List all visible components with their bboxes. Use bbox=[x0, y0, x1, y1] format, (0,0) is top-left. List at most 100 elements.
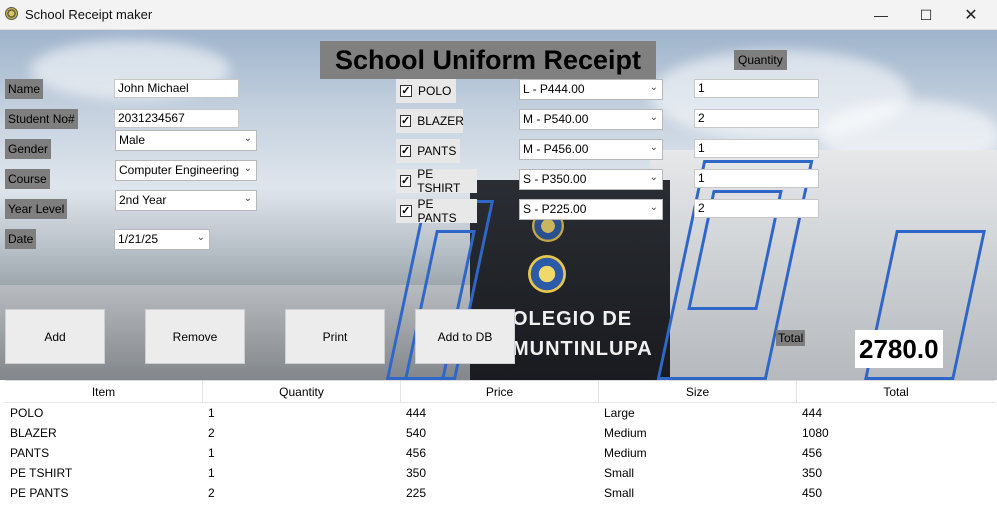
cell-quantity: 1 bbox=[208, 446, 215, 460]
polo-size-value: L - P444.00 bbox=[523, 82, 585, 96]
checkmark-icon: ✓ bbox=[400, 175, 412, 187]
year-level-label: Year Level bbox=[5, 199, 68, 219]
pe-pants-size-select[interactable]: S - P225.00 ⌄ bbox=[519, 199, 663, 220]
student-no-field[interactable]: 2031234567 bbox=[114, 109, 239, 128]
cell-quantity: 1 bbox=[208, 406, 215, 420]
chevron-down-icon: ⌄ bbox=[649, 82, 658, 93]
gender-select-value: Male bbox=[119, 133, 146, 147]
date-picker-value: 1/21/25 bbox=[118, 232, 159, 246]
pe-tshirt-quantity-field[interactable]: 1 bbox=[694, 169, 819, 188]
name-label: Name bbox=[5, 79, 44, 99]
cell-item: PE PANTS bbox=[10, 486, 69, 500]
checkmark-icon: ✓ bbox=[400, 205, 412, 217]
add-button[interactable]: Add bbox=[5, 309, 105, 364]
minimize-icon[interactable]: — bbox=[858, 0, 904, 30]
receipt-table: Item Quantity Price Size Total POLO 1 44… bbox=[5, 380, 995, 527]
course-select-value: Computer Engineering bbox=[119, 163, 240, 177]
name-field[interactable]: John Michael bbox=[114, 79, 239, 98]
checkbox-pe-tshirt-label: PE TSHIRT bbox=[417, 167, 461, 195]
add-to-db-button[interactable]: Add to DB bbox=[415, 309, 515, 364]
checkbox-pants-label: PANTS bbox=[417, 144, 457, 158]
checkbox-pe-tshirt[interactable]: ✓ PE TSHIRT bbox=[396, 167, 477, 195]
cell-item: POLO bbox=[10, 406, 44, 420]
remove-button[interactable]: Remove bbox=[145, 309, 245, 364]
polo-size-select[interactable]: L - P444.00 ⌄ bbox=[519, 79, 663, 100]
checkmark-icon: ✓ bbox=[400, 85, 412, 97]
table-row[interactable]: BLAZER 2 540 Medium 1080 bbox=[5, 423, 995, 443]
column-header-size[interactable]: Size bbox=[599, 381, 797, 402]
cell-total: 444 bbox=[802, 406, 823, 420]
table-row[interactable]: PE TSHIRT 1 350 Small 350 bbox=[5, 463, 995, 483]
pe-pants-quantity-field[interactable]: 2 bbox=[694, 199, 819, 218]
cell-item: PANTS bbox=[10, 446, 50, 460]
table-row[interactable]: PE PANTS 2 225 Small 450 bbox=[5, 483, 995, 503]
pe-tshirt-size-value: S - P350.00 bbox=[523, 172, 587, 186]
cell-item: BLAZER bbox=[10, 426, 57, 440]
total-value: 2780.0 bbox=[855, 330, 943, 368]
year-level-select-value: 2nd Year bbox=[119, 193, 167, 207]
gender-label: Gender bbox=[5, 139, 52, 159]
cell-quantity: 2 bbox=[208, 486, 215, 500]
checkbox-polo[interactable]: ✓ POLO bbox=[396, 79, 456, 103]
total-label: Total bbox=[776, 330, 806, 346]
chevron-down-icon: ⌄ bbox=[649, 202, 658, 213]
chevron-down-icon: ⌄ bbox=[649, 172, 658, 183]
table-row[interactable]: PANTS 1 456 Medium 456 bbox=[5, 443, 995, 463]
table-header: Item Quantity Price Size Total bbox=[5, 381, 995, 403]
chevron-down-icon: ⌄ bbox=[243, 193, 252, 204]
column-header-price[interactable]: Price bbox=[401, 381, 599, 402]
close-icon[interactable]: ✕ bbox=[948, 0, 994, 30]
page-title: School Uniform Receipt bbox=[320, 41, 656, 79]
cell-size: Small bbox=[604, 486, 635, 500]
blazer-size-select[interactable]: M - P540.00 ⌄ bbox=[519, 109, 663, 130]
year-level-select[interactable]: 2nd Year ⌄ bbox=[115, 190, 257, 211]
column-header-item[interactable]: Item bbox=[5, 381, 203, 402]
cell-size: Large bbox=[604, 406, 635, 420]
chevron-down-icon: ⌄ bbox=[196, 232, 205, 243]
cell-size: Medium bbox=[604, 446, 647, 460]
cell-size: Small bbox=[604, 466, 635, 480]
pe-pants-size-value: S - P225.00 bbox=[523, 202, 587, 216]
cell-price: 225 bbox=[406, 486, 427, 500]
checkbox-blazer-label: BLAZER bbox=[417, 114, 464, 128]
date-picker[interactable]: 1/21/25 ⌄ bbox=[114, 229, 210, 250]
cell-quantity: 2 bbox=[208, 426, 215, 440]
student-no-label: Student No# bbox=[5, 109, 78, 129]
checkbox-pe-pants[interactable]: ✓ PE PANTS bbox=[396, 197, 477, 225]
chevron-down-icon: ⌄ bbox=[243, 133, 252, 144]
cell-total: 1080 bbox=[802, 426, 829, 440]
quantity-header-label: Quantity bbox=[734, 50, 787, 70]
print-button[interactable]: Print bbox=[285, 309, 385, 364]
pants-quantity-field[interactable]: 1 bbox=[694, 139, 819, 158]
cell-price: 350 bbox=[406, 466, 427, 480]
app-icon bbox=[5, 7, 18, 20]
gender-select[interactable]: Male ⌄ bbox=[115, 130, 257, 151]
building-sign-line2: MUNTINLUPA bbox=[512, 338, 653, 360]
cell-item: PE TSHIRT bbox=[10, 466, 73, 480]
polo-quantity-field[interactable]: 1 bbox=[694, 79, 819, 98]
course-label: Course bbox=[5, 169, 50, 189]
checkbox-blazer[interactable]: ✓ BLAZER bbox=[396, 109, 464, 133]
table-row[interactable]: POLO 1 444 Large 444 bbox=[5, 403, 995, 423]
chevron-down-icon: ⌄ bbox=[649, 112, 658, 123]
blazer-quantity-field[interactable]: 2 bbox=[694, 109, 819, 128]
pants-size-select[interactable]: M - P456.00 ⌄ bbox=[519, 139, 663, 160]
blazer-size-value: M - P540.00 bbox=[523, 112, 589, 126]
chevron-down-icon: ⌄ bbox=[243, 163, 252, 174]
window-title: School Receipt maker bbox=[25, 7, 153, 22]
cell-total: 456 bbox=[802, 446, 823, 460]
title-bar: School Receipt maker — ☐ ✕ bbox=[0, 0, 997, 30]
checkbox-polo-label: POLO bbox=[418, 84, 452, 98]
cell-price: 540 bbox=[406, 426, 427, 440]
checkbox-pe-pants-label: PE PANTS bbox=[417, 197, 457, 225]
cell-quantity: 1 bbox=[208, 466, 215, 480]
pe-tshirt-size-select[interactable]: S - P350.00 ⌄ bbox=[519, 169, 663, 190]
column-header-quantity[interactable]: Quantity bbox=[203, 381, 401, 402]
building-sign-line1: OLEGIO DE bbox=[512, 308, 633, 330]
cell-price: 456 bbox=[406, 446, 427, 460]
maximize-icon[interactable]: ☐ bbox=[903, 0, 949, 30]
course-select[interactable]: Computer Engineering ⌄ bbox=[115, 160, 257, 181]
column-header-total[interactable]: Total bbox=[797, 381, 995, 402]
checkbox-pants[interactable]: ✓ PANTS bbox=[396, 139, 460, 163]
date-label: Date bbox=[5, 229, 37, 249]
